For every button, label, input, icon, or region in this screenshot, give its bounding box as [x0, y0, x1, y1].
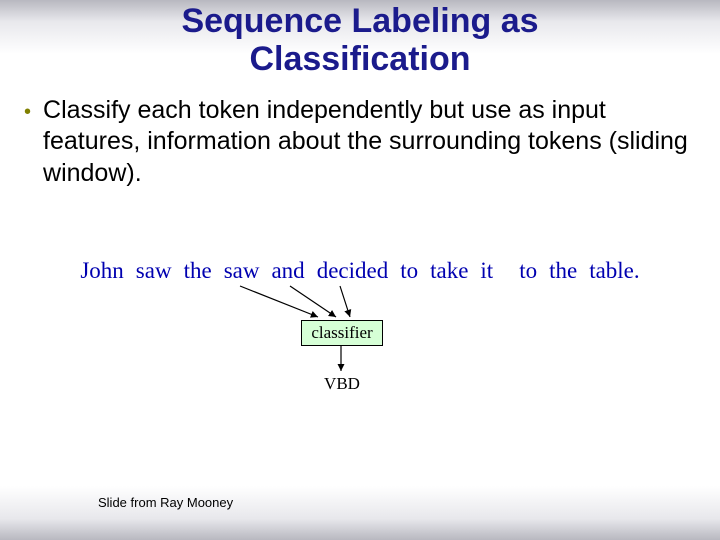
token: John	[80, 258, 123, 284]
token: to	[519, 258, 537, 284]
output-tag: VBD	[0, 374, 720, 394]
token: saw	[136, 258, 172, 284]
token: the	[549, 258, 577, 284]
arrow-input-mid	[290, 286, 336, 317]
slide: Sequence Labeling as Classification • Cl…	[0, 0, 720, 540]
output-tag-text: VBD	[324, 374, 360, 394]
token: it	[480, 258, 493, 284]
title-line-2: Classification	[249, 40, 470, 78]
bullet-item: • Classify each token independently but …	[24, 95, 696, 189]
token: to	[400, 258, 418, 284]
token: saw	[224, 258, 260, 284]
token: table.	[589, 258, 639, 284]
slide-title: Sequence Labeling as Classification	[0, 0, 720, 78]
bullet-list: • Classify each token independently but …	[24, 95, 696, 189]
title-line-1: Sequence Labeling as	[181, 2, 538, 40]
bullet-text: Classify each token independently but us…	[43, 95, 696, 189]
token: decided	[317, 258, 389, 284]
bullet-marker-icon: •	[24, 95, 31, 129]
token-row: John saw the saw and decided to take it …	[0, 258, 720, 284]
classifier-box: classifier	[301, 320, 383, 346]
token: take	[430, 258, 468, 284]
token: the	[184, 258, 212, 284]
arrow-input-left	[240, 286, 318, 317]
example-sentence: John saw the saw and decided to take it …	[0, 258, 720, 284]
token: and	[271, 258, 304, 284]
slide-attribution: Slide from Ray Mooney	[98, 495, 233, 510]
arrow-input-right	[340, 286, 350, 317]
